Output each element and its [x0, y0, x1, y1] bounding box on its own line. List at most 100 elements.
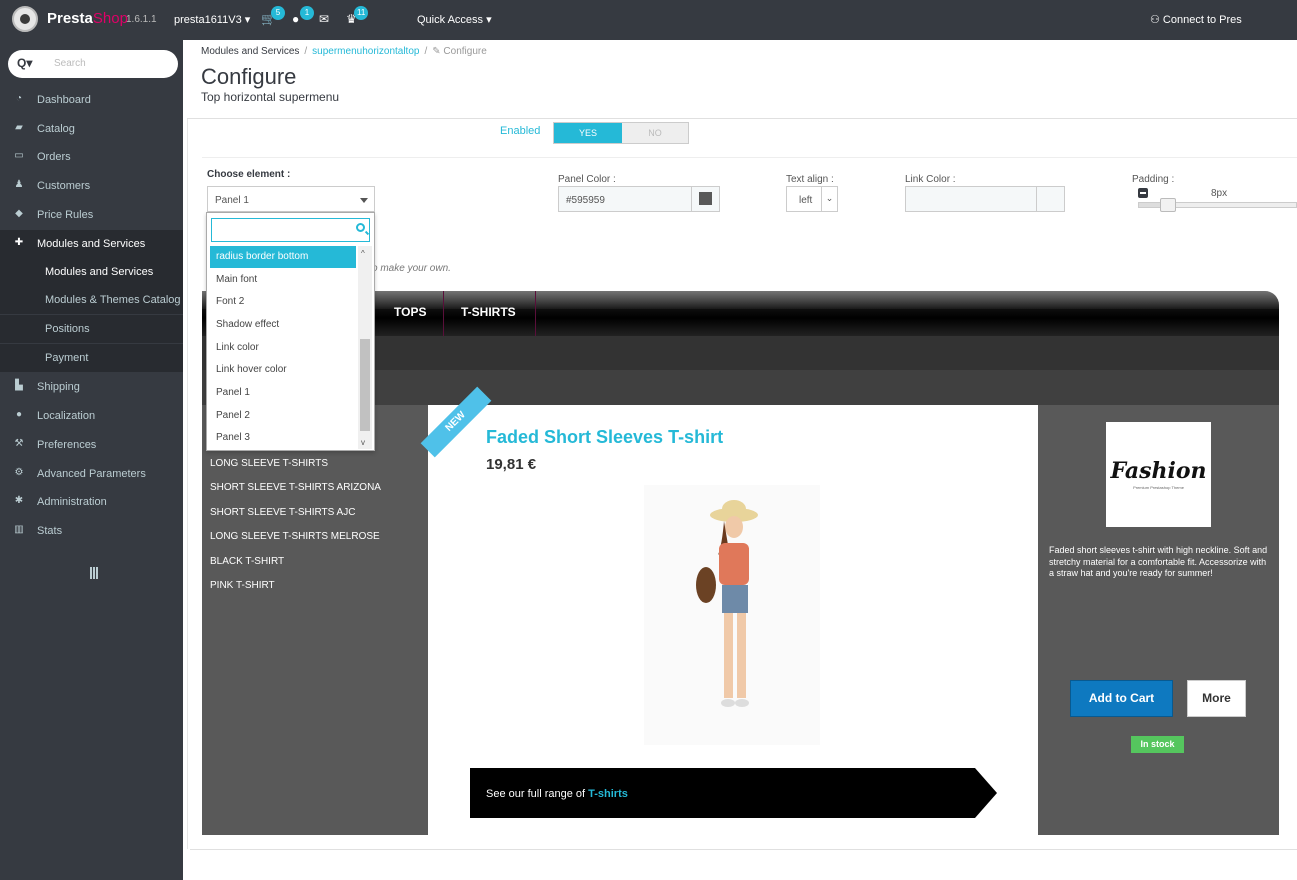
product-image[interactable] [644, 485, 820, 745]
quick-access-menu[interactable]: Quick Access ▾ [417, 13, 492, 26]
sidebar-item-shipping[interactable]: ▙ Shipping [0, 373, 183, 401]
cogs-icon: ⚙ [14, 467, 24, 478]
dropdown-option[interactable]: Link hover color [210, 359, 356, 381]
brand-name[interactable]: PrestaShop [47, 10, 128, 27]
panel-color-label: Panel Color : [558, 174, 616, 185]
breadcrumb-configure: ✎ Configure [432, 46, 487, 57]
dropdown-search-input[interactable] [211, 218, 370, 242]
menu-link[interactable]: LONG SLEEVE T-SHIRTS [210, 458, 328, 469]
sidebar-item-administration[interactable]: ✱ Administration [0, 488, 183, 516]
color-picker-button[interactable] [691, 187, 719, 211]
minus-icon[interactable] [1138, 188, 1148, 198]
choose-element-label: Choose element : [207, 169, 291, 180]
dropdown-option[interactable]: radius border bottom [210, 246, 356, 268]
padding-slider-handle[interactable] [1160, 198, 1176, 212]
menu-separator [443, 291, 444, 336]
sidebar-item-preferences[interactable]: ⚒ Preferences [0, 431, 183, 459]
sidebar-item-localization[interactable]: ● Localization [0, 402, 183, 430]
wrench-icon: ⚒ [14, 438, 24, 449]
chevron-down-icon: ⌄ [821, 187, 837, 211]
choose-element-dropdown[interactable]: radius border bottom Main font Font 2 Sh… [206, 212, 375, 451]
prestashop-logo[interactable] [12, 6, 38, 32]
padding-label: Padding : [1132, 174, 1175, 185]
puzzle-icon: ✚ [14, 237, 24, 248]
sidebar-subitem-positions[interactable]: Positions [0, 315, 183, 343]
connect-link[interactable]: ⚇ Connect to Pres [1150, 13, 1242, 26]
brand-logo-tagline: Premium Prestashop Theme [1133, 485, 1184, 490]
truck-icon: ▙ [15, 380, 23, 391]
enabled-label: Enabled [500, 125, 541, 137]
link-color-input[interactable] [905, 186, 1065, 212]
sidebar-item-dashboard[interactable]: ◔ Dashboard [0, 86, 183, 114]
sidebar-item-price-rules[interactable]: ◆ Price Rules [0, 201, 183, 229]
search-input[interactable]: Q▾ Search [8, 50, 178, 78]
breadcrumb-modules[interactable]: Modules and Services [201, 46, 299, 57]
menu-link[interactable]: SHORT SLEEVE T-SHIRTS AJC [210, 507, 355, 518]
sidebar-subitem-modules-services[interactable]: Modules and Services [0, 258, 183, 286]
shop-selector[interactable]: presta1611V3 ▾ [174, 13, 250, 26]
page-subtitle: Top horizontal supermenu [201, 90, 340, 104]
dropdown-option[interactable]: Panel 3 [210, 427, 356, 449]
tag-icon: ◆ [15, 208, 23, 219]
bar-chart-icon: ▥ [14, 524, 24, 535]
enabled-switch[interactable]: YES NO [553, 122, 689, 144]
sidebar-collapse-icon[interactable] [90, 567, 98, 579]
add-to-cart-button[interactable]: Add to Cart [1070, 680, 1173, 717]
cta-text[interactable]: See our full range of T-shirts [486, 788, 628, 800]
menu-tab-tops[interactable]: TOPS [394, 305, 426, 319]
text-align-label: Text align : [786, 174, 834, 185]
dropdown-option[interactable]: Link color [210, 337, 356, 359]
dropdown-option[interactable]: Panel 1 [210, 382, 356, 404]
cta-arrow [975, 768, 997, 818]
dropdown-scrollbar[interactable]: ^ v [358, 246, 372, 449]
search-icon[interactable]: Q▾ [17, 56, 32, 70]
preview-left-column [202, 405, 428, 835]
scrollbar-thumb[interactable] [360, 339, 370, 431]
dropdown-option[interactable]: Panel 2 [210, 405, 356, 427]
menu-tab-tshirts[interactable]: T-SHIRTS [461, 305, 516, 319]
more-button[interactable]: More [1187, 680, 1246, 717]
sidebar-item-modules[interactable]: ✚ Modules and Services [0, 230, 183, 258]
sidebar-item-stats[interactable]: ▥ Stats [0, 517, 183, 545]
sidebar-item-advanced-parameters[interactable]: ⚙ Advanced Parameters [0, 460, 183, 488]
caret-down-icon [360, 198, 368, 203]
menu-link[interactable]: SHORT SLEEVE T-SHIRTS ARIZONA [210, 482, 381, 493]
envelope-icon[interactable]: ✉ [319, 12, 329, 26]
breadcrumb-module-name[interactable]: supermenuhorizontaltop [312, 46, 419, 57]
sidebar-subitem-themes-catalog[interactable]: Modules & Themes Catalog [0, 286, 183, 314]
color-swatch [699, 192, 712, 205]
brand-logo-text: Fashion [1110, 458, 1207, 484]
product-title[interactable]: Faded Short Sleeves T-shirt [486, 427, 723, 448]
chevron-up-icon[interactable]: ^ [361, 249, 365, 258]
user-icon[interactable]: ● [292, 12, 299, 26]
menu-link[interactable]: LONG SLEEVE T-SHIRTS MELROSE [210, 531, 380, 542]
users-icon: ♟ [14, 179, 24, 190]
menu-link[interactable]: PINK T-SHIRT [210, 580, 275, 591]
search-placeholder: Search [54, 58, 86, 69]
product-price: 19,81 € [486, 456, 537, 473]
book-icon: ▰ [15, 122, 23, 133]
menu-separator [535, 291, 536, 336]
sidebar-subitem-payment[interactable]: Payment [0, 344, 183, 372]
panel-color-input[interactable]: #595959 [558, 186, 720, 212]
product-description: Faded short sleeves t-shirt with high ne… [1049, 545, 1268, 578]
chevron-down-icon[interactable]: v [361, 438, 365, 447]
sidebar-item-catalog[interactable]: ▰ Catalog [0, 115, 183, 143]
dropdown-option[interactable]: Main font [210, 269, 356, 291]
choose-element-select[interactable]: Panel 1 [207, 186, 375, 212]
globe-icon: ● [15, 409, 23, 420]
sidebar-item-orders[interactable]: ▭ Orders [0, 143, 183, 171]
text-align-select[interactable]: left ⌄ [786, 186, 838, 212]
top-bar: PrestaShop 1.6.1.1 presta1611V3 ▾ 🛒 5 ● … [0, 0, 1297, 40]
link-color-label: Link Color : [905, 174, 956, 185]
dropdown-option[interactable]: Font 2 [210, 291, 356, 313]
dropdown-option[interactable]: Shadow effect [210, 314, 356, 336]
form-divider [202, 157, 1297, 158]
switch-no[interactable]: NO [622, 123, 688, 143]
customers-badge: 1 [300, 6, 314, 20]
sidebar-item-customers[interactable]: ♟ Customers [0, 172, 183, 200]
gear-icon: ✱ [14, 495, 24, 506]
switch-yes[interactable]: YES [554, 123, 622, 143]
link-color-picker-button[interactable] [1036, 187, 1064, 211]
menu-link[interactable]: BLACK T-SHIRT [210, 556, 284, 567]
